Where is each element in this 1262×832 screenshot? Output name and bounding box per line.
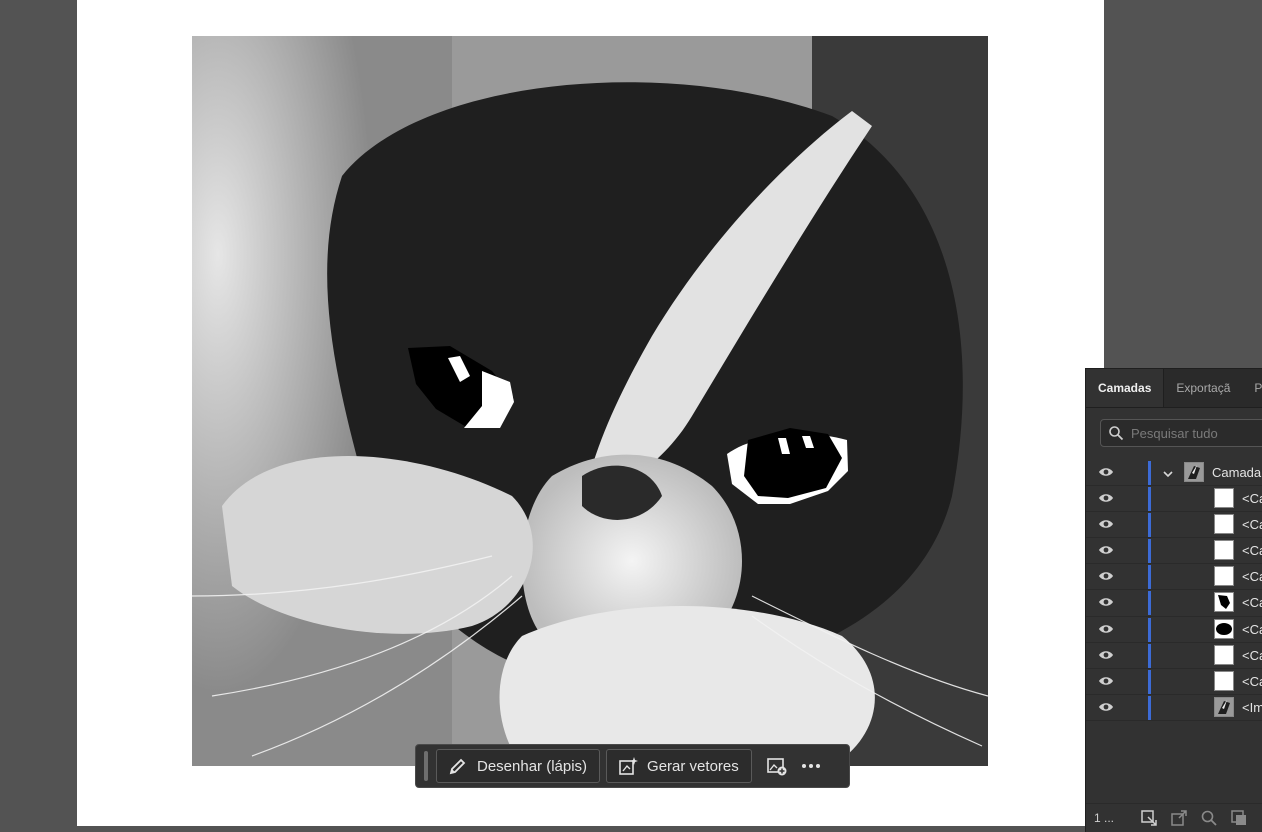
sublayer-row[interactable]: <Ca bbox=[1086, 590, 1262, 617]
artboard-collect-icon[interactable] bbox=[1134, 809, 1164, 827]
sublayer-row[interactable]: <Ca bbox=[1086, 669, 1262, 695]
cat-photo[interactable] bbox=[192, 36, 988, 766]
sublayer-row[interactable]: <Ca bbox=[1086, 486, 1262, 513]
sublayer-name: <Im bbox=[1242, 699, 1262, 715]
sublayer-row[interactable]: <Ca bbox=[1086, 643, 1262, 669]
eye-icon[interactable] bbox=[1098, 492, 1114, 507]
eye-icon[interactable] bbox=[1098, 623, 1114, 638]
layer-color-bar bbox=[1148, 669, 1151, 694]
eye-icon[interactable] bbox=[1098, 596, 1114, 611]
layer-color-bar bbox=[1148, 617, 1151, 642]
eye-icon[interactable] bbox=[1098, 649, 1114, 664]
sublayer-thumbnail bbox=[1214, 540, 1234, 561]
sublayer-thumbnail bbox=[1214, 696, 1234, 717]
layer-color-bar bbox=[1148, 539, 1151, 564]
sublayer-name: <Ca bbox=[1242, 543, 1262, 559]
eye-icon[interactable] bbox=[1098, 570, 1114, 585]
layer-color-bar bbox=[1148, 591, 1151, 616]
sublayer-row[interactable]: <Ca bbox=[1086, 538, 1262, 565]
eye-icon[interactable] bbox=[1098, 518, 1114, 533]
more-icon bbox=[801, 764, 820, 768]
sublayer-thumbnail bbox=[1214, 514, 1234, 535]
sublayer-name: <Ca bbox=[1242, 595, 1262, 611]
sublayer-row[interactable]: <Ca bbox=[1086, 512, 1262, 539]
generate-vectors-label: Gerar vetores bbox=[647, 757, 739, 775]
search-input[interactable] bbox=[1131, 425, 1261, 441]
panel-tabs: Camadas Exportaçã Pran bbox=[1086, 369, 1262, 408]
drag-handle[interactable] bbox=[424, 751, 428, 781]
search-box bbox=[1100, 419, 1262, 447]
layers-panel: Camadas Exportaçã Pran Camada <Ca bbox=[1085, 368, 1262, 832]
eye-icon[interactable] bbox=[1098, 675, 1114, 690]
layer-count: 1 ... bbox=[1094, 811, 1115, 825]
pencil-icon bbox=[447, 755, 469, 777]
sublayer-name: <Ca bbox=[1242, 647, 1262, 663]
layer-color-bar bbox=[1148, 513, 1151, 538]
layer-color-bar bbox=[1148, 695, 1151, 720]
sublayer-row[interactable]: <Ca bbox=[1086, 564, 1262, 591]
layer-color-bar bbox=[1148, 565, 1151, 590]
generate-vectors-icon bbox=[617, 755, 639, 777]
draw-pencil-label: Desenhar (lápis) bbox=[477, 757, 588, 775]
locate-object-icon[interactable] bbox=[1194, 809, 1224, 827]
layer-thumbnail bbox=[1184, 462, 1204, 482]
sublayer-name: <Ca bbox=[1242, 673, 1262, 689]
sublayer-row[interactable]: <Im bbox=[1086, 695, 1262, 721]
sublayer-thumbnail bbox=[1214, 592, 1234, 613]
image-add-icon bbox=[766, 758, 787, 776]
tab-layers[interactable]: Camadas bbox=[1086, 369, 1165, 407]
sublayer-thumbnail bbox=[1214, 488, 1234, 509]
tab-artboards[interactable]: Pran bbox=[1242, 369, 1262, 407]
place-image-button[interactable] bbox=[762, 749, 792, 783]
sublayer-row[interactable]: <Ca bbox=[1086, 617, 1262, 643]
sublayer-thumbnail bbox=[1214, 670, 1234, 691]
sublayer-name: <Ca bbox=[1242, 569, 1262, 585]
sublayer-thumbnail bbox=[1214, 566, 1234, 587]
contextual-task-bar: Desenhar (lápis) Gerar vetores bbox=[415, 744, 850, 788]
layer-list: Camada <Ca <Ca <Ca <Ca bbox=[1086, 460, 1262, 721]
search-icon bbox=[1101, 425, 1131, 441]
sublayer-name: <Ca bbox=[1242, 517, 1262, 533]
more-options-button[interactable] bbox=[796, 749, 826, 783]
layer-color-bar bbox=[1148, 461, 1151, 485]
chevron-down-icon[interactable] bbox=[1162, 467, 1174, 482]
layer-color-bar bbox=[1148, 643, 1151, 668]
sublayer-thumbnail bbox=[1214, 618, 1234, 639]
layer-color-bar bbox=[1148, 487, 1151, 512]
sublayer-thumbnail bbox=[1214, 644, 1234, 665]
eye-icon[interactable] bbox=[1098, 544, 1114, 559]
export-icon[interactable] bbox=[1164, 809, 1194, 827]
eye-icon[interactable] bbox=[1098, 466, 1114, 481]
layer-name: Camada bbox=[1212, 465, 1262, 480]
sublayer-name: <Ca bbox=[1242, 621, 1262, 637]
draw-pencil-button[interactable]: Desenhar (lápis) bbox=[436, 749, 601, 783]
layer-row[interactable]: Camada bbox=[1086, 460, 1262, 487]
clipping-mask-icon[interactable] bbox=[1224, 809, 1254, 827]
panel-footer: 1 ... bbox=[1086, 803, 1262, 832]
sublayer-name: <Ca bbox=[1242, 491, 1262, 507]
eye-icon[interactable] bbox=[1098, 701, 1114, 716]
generate-vectors-button[interactable]: Gerar vetores bbox=[606, 749, 752, 783]
tab-export[interactable]: Exportaçã bbox=[1164, 369, 1242, 407]
